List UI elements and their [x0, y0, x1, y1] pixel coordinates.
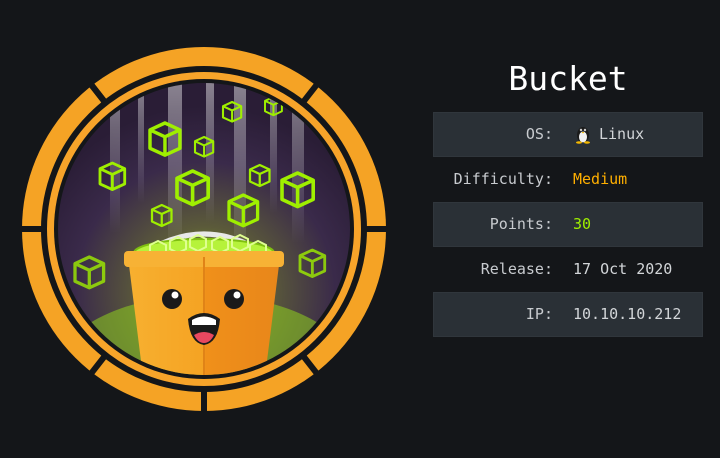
- info-row-points: Points: 30: [433, 202, 703, 247]
- os-value: Linux: [599, 125, 645, 143]
- os-value-wrap: Linux: [573, 112, 644, 157]
- os-label: OS:: [525, 125, 553, 143]
- points-label: Points:: [489, 215, 553, 233]
- info-row-difficulty: Difficulty: Medium: [433, 157, 703, 202]
- points-value: 30: [573, 215, 592, 233]
- machine-info-table: OS: Linux Difficulty: Medium Points: 30 …: [433, 112, 703, 337]
- info-row-ip: IP: 10.10.10.212: [433, 292, 703, 337]
- info-row-os: OS: Linux: [433, 112, 703, 157]
- info-row-release: Release: 17 Oct 2020: [433, 247, 703, 292]
- machine-card: Bucket OS: Linux Difficulty: Medium Poin…: [0, 0, 720, 458]
- linux-tux-icon: [576, 127, 590, 144]
- ip-label: IP:: [525, 305, 553, 323]
- release-label: Release:: [480, 260, 553, 278]
- ip-value: 10.10.10.212: [573, 305, 682, 323]
- difficulty-value: Medium: [573, 170, 628, 188]
- machine-name: Bucket: [508, 59, 628, 98]
- bucket-badge-icon: [20, 47, 388, 413]
- release-value: 17 Oct 2020: [573, 260, 673, 278]
- difficulty-label: Difficulty:: [453, 170, 553, 188]
